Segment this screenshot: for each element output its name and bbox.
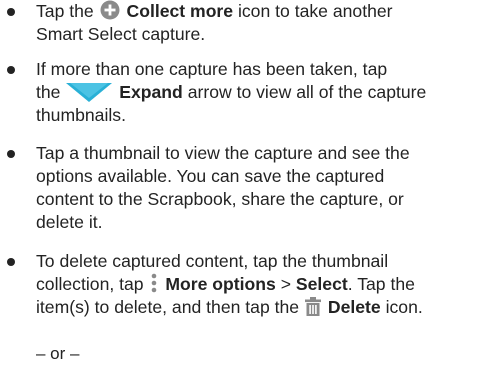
bullet-line: the Expand arrow to view all of the capt… (36, 81, 494, 104)
text-span: icon. (385, 297, 423, 317)
chevron-down-icon (66, 83, 113, 102)
text-span: the (36, 82, 61, 102)
delete-label: Delete (327, 297, 381, 317)
plus-circle-icon (100, 0, 120, 20)
bullet-line: Smart Select capture. (36, 24, 206, 44)
expand-label: Expand (119, 82, 183, 102)
collect-more-label: Collect more (126, 1, 234, 21)
bullet-line: options available. You can save the capt… (36, 166, 385, 186)
bullet-line: content to the Scrapbook, share the capt… (36, 189, 404, 209)
bullet-line: To delete captured content, tap the thum… (36, 251, 389, 271)
bullet-line: item(s) to delete, and then tap the Dele… (36, 296, 494, 319)
bullet-text: Tap the Collect more icon to take anothe… (36, 0, 494, 46)
text-span: . Tap the (347, 274, 415, 294)
bullet-collect-more: Tap the Collect more icon to take anothe… (6, 0, 494, 46)
bullet-line: thumbnails. (36, 105, 126, 125)
bullet-dot (7, 8, 15, 16)
bullet-thumbnail: Tap a thumbnail to view the capture and … (6, 142, 494, 234)
bullet-line: Tap a thumbnail to view the capture and … (36, 143, 410, 163)
text-span: arrow to view all of the capture (187, 82, 427, 102)
select-label: Select (295, 274, 348, 294)
bullet-dot (7, 66, 15, 74)
bullet-delete: To delete captured content, tap the thum… (6, 250, 494, 319)
bullet-text: If more than one capture has been taken,… (36, 58, 494, 127)
bullet-expand: If more than one capture has been taken,… (6, 58, 494, 127)
text-span: Tap the (36, 1, 94, 21)
text-span: icon to take another (237, 1, 393, 21)
bullet-dot (7, 150, 15, 158)
bullet-text: To delete captured content, tap the thum… (36, 250, 494, 319)
trash-icon (304, 297, 321, 316)
bullet-dot (7, 258, 15, 266)
more-options-icon (152, 273, 157, 293)
or-separator: – or – (36, 344, 80, 363)
text-span: collection, tap (36, 274, 144, 294)
bullet-line: collection, tap More options > Select. T… (36, 273, 494, 296)
bullet-line: Tap the Collect more icon to take anothe… (36, 0, 494, 23)
bullet-text: Tap a thumbnail to view the capture and … (36, 142, 494, 234)
document-page: Tap the Collect more icon to take anothe… (0, 0, 498, 369)
more-options-label: More options (165, 274, 276, 294)
bullet-line: If more than one capture has been taken,… (36, 59, 388, 79)
text-span: item(s) to delete, and then tap the (36, 297, 300, 317)
text-span: > (280, 274, 291, 294)
bullet-line: delete it. (36, 212, 103, 232)
